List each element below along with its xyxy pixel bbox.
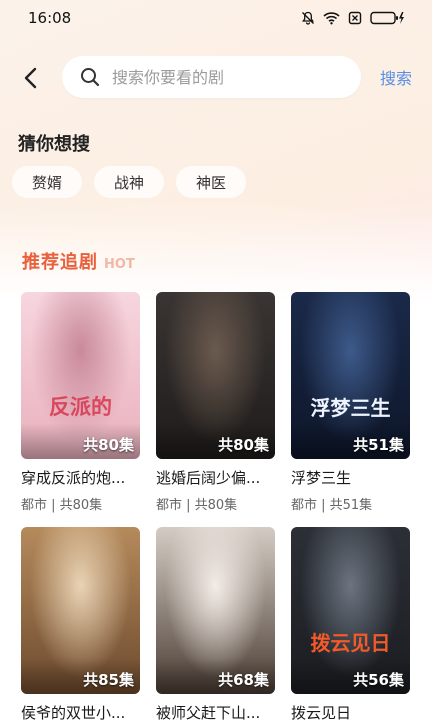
drama-title[interactable]: 被师父赶下山...	[156, 702, 275, 720]
drama-title[interactable]: 穿成反派的炮...	[21, 467, 140, 488]
episode-count: 共80集	[83, 436, 134, 454]
recommend-header: 推荐追剧 HOT	[22, 248, 135, 274]
back-arrow-icon	[24, 67, 37, 89]
drama-poster[interactable]: 反派的 共80集	[21, 292, 140, 459]
episode-count: 共85集	[83, 671, 134, 689]
drama-card[interactable]: 浮梦三生 共51集 浮梦三生 都市 | 共51集	[291, 292, 410, 513]
search-icon	[81, 68, 100, 87]
poster-title-art: 反派的	[49, 394, 112, 419]
episode-count: 共51集	[353, 436, 404, 454]
search-input[interactable]	[112, 67, 332, 87]
drama-meta: 都市 | 共80集	[156, 498, 238, 513]
episode-count: 共56集	[353, 671, 404, 689]
hot-badge: HOT	[104, 257, 135, 272]
search-box[interactable]	[62, 56, 361, 98]
drama-meta: 都市 | 共51集	[291, 498, 373, 513]
episode-count: 共80集	[218, 436, 269, 454]
drama-poster[interactable]: 共80集	[156, 292, 275, 459]
drama-card[interactable]: 拨云见日 共56集 拨云见日	[291, 527, 410, 720]
suggest-title: 猜你想搜	[18, 134, 90, 155]
drama-poster[interactable]: 浮梦三生 共51集	[291, 292, 410, 459]
status-time: 16:08	[28, 9, 72, 27]
drama-poster[interactable]: 共68集	[156, 527, 275, 694]
drama-title[interactable]: 逃婚后阔少偏...	[156, 467, 275, 488]
drama-title[interactable]: 侯爷的双世小...	[21, 702, 140, 720]
poster-title-art: 浮梦三生	[310, 396, 391, 420]
status-bar: 16:08	[0, 0, 432, 36]
search-row: 搜索	[0, 56, 432, 98]
wifi-icon	[323, 12, 340, 25]
drama-poster[interactable]: 共85集	[21, 527, 140, 694]
drama-card[interactable]: 共80集 逃婚后阔少偏... 都市 | 共80集	[156, 292, 275, 513]
back-button[interactable]	[16, 64, 44, 92]
search-button[interactable]: 搜索	[380, 65, 412, 89]
status-icons	[301, 11, 406, 25]
drama-title[interactable]: 浮梦三生	[291, 467, 410, 488]
suggest-chip[interactable]: 战神	[94, 166, 165, 198]
recommend-title: 推荐追剧	[22, 252, 98, 273]
mute-bell-icon	[302, 11, 314, 25]
drama-title[interactable]: 拨云见日	[291, 702, 410, 720]
drama-card[interactable]: 共85集 侯爷的双世小...	[21, 527, 140, 720]
sim-icon	[348, 11, 362, 25]
poster-title-art: 拨云见日	[310, 631, 391, 655]
suggest-chips: 赘婿 战神 神医	[12, 166, 247, 198]
drama-meta: 都市 | 共80集	[21, 498, 103, 513]
drama-card[interactable]: 反派的 共80集 穿成反派的炮... 都市 | 共80集	[21, 292, 140, 513]
episode-count: 共68集	[218, 671, 269, 689]
suggest-chip[interactable]: 赘婿	[12, 166, 83, 198]
drama-poster[interactable]: 拨云见日 共56集	[291, 527, 410, 694]
drama-card[interactable]: 共68集 被师父赶下山...	[156, 527, 275, 720]
battery-charging-icon	[370, 11, 404, 25]
suggest-chip[interactable]: 神医	[176, 166, 247, 198]
